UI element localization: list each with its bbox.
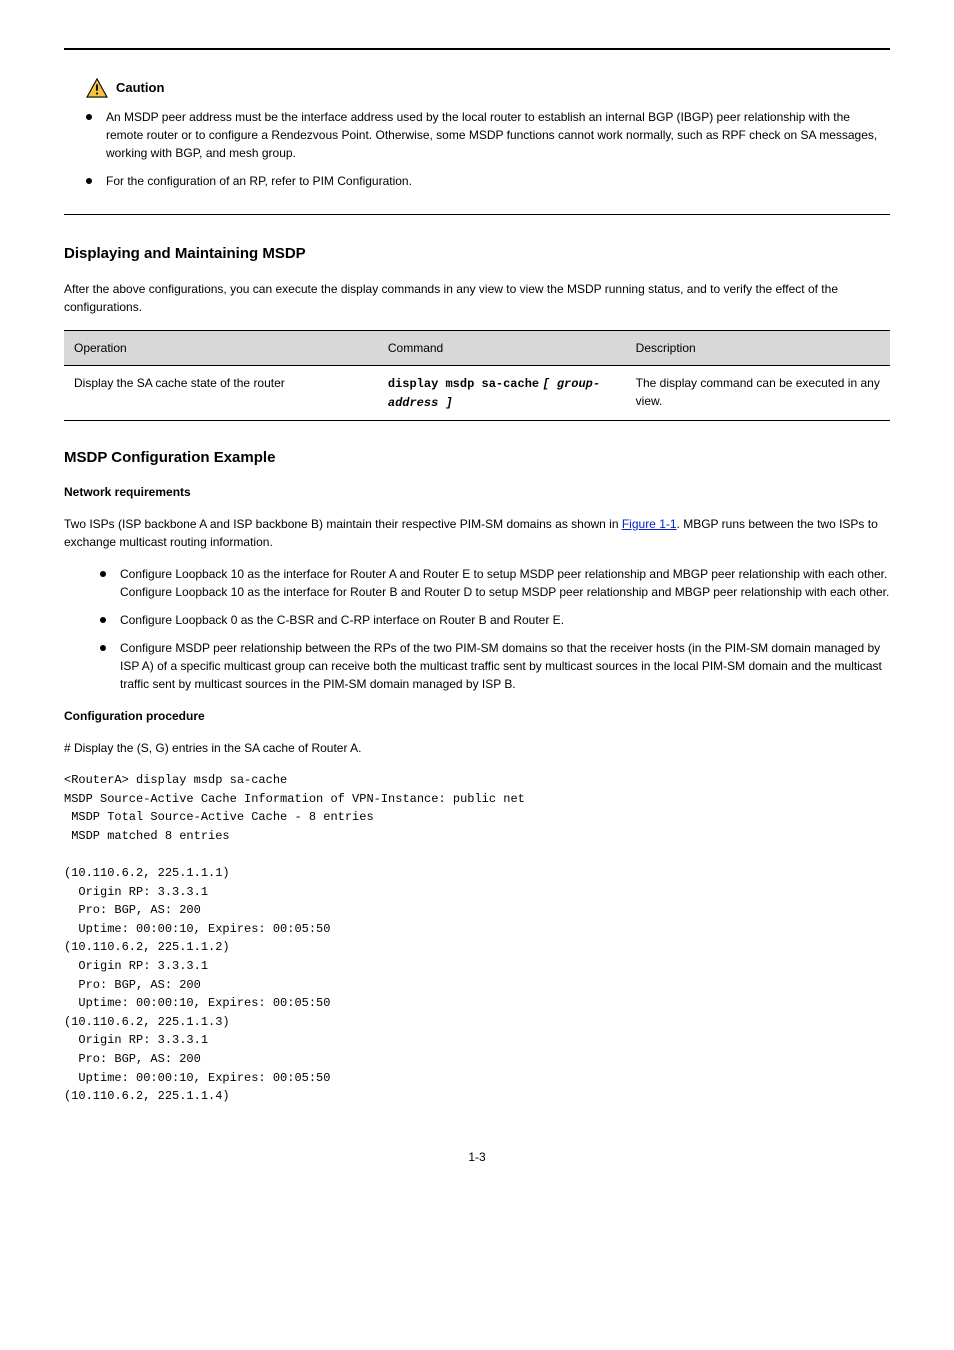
page-top-rule — [64, 48, 890, 50]
cli-command-line: <RouterA> display msdp sa-cache — [64, 773, 287, 787]
table-cell-description: The display command can be executed in a… — [626, 365, 890, 420]
cmd-token: display msdp — [388, 377, 474, 391]
cli-output: <RouterA> display msdp sa-cache MSDP Sou… — [64, 771, 890, 1106]
requirements-intro: Two ISPs (ISP backbone A and ISP backbon… — [64, 515, 890, 551]
cmd-token: sa-cache — [482, 377, 540, 391]
table-cell-command: display msdp sa-cache [ group-address ] — [378, 365, 626, 420]
figure-link[interactable]: Figure 1-1 — [622, 517, 677, 531]
table-header-description: Description — [626, 330, 890, 365]
display-intro-paragraph: After the above configurations, you can … — [64, 280, 890, 316]
subheading-config-procedure: Configuration procedure — [64, 707, 890, 725]
req-intro-text-1: Two ISPs (ISP backbone A and ISP backbon… — [64, 517, 622, 531]
caution-list: An MSDP peer address must be the interfa… — [64, 108, 890, 190]
caution-label: Caution — [116, 78, 164, 98]
caution-block: Caution An MSDP peer address must be the… — [64, 78, 890, 215]
table-cell-operation: Display the SA cache state of the router — [64, 365, 378, 420]
cli-output-body: MSDP Source-Active Cache Information of … — [64, 792, 525, 1104]
list-item: Configure MSDP peer relationship between… — [100, 639, 890, 693]
display-command-table: Operation Command Description Display th… — [64, 330, 890, 421]
table-header-operation: Operation — [64, 330, 378, 365]
caution-heading: Caution — [64, 78, 890, 98]
section-heading-example: MSDP Configuration Example — [64, 447, 890, 470]
config-step-text: # Display the (S, G) entries in the SA c… — [64, 739, 890, 757]
table-header-row: Operation Command Description — [64, 330, 890, 365]
table-header-command: Command — [378, 330, 626, 365]
table-row: Display the SA cache state of the router… — [64, 365, 890, 420]
warning-triangle-icon — [86, 78, 108, 98]
subheading-network-requirements: Network requirements — [64, 483, 890, 501]
list-item: Configure Loopback 0 as the C-BSR and C-… — [100, 611, 890, 629]
caution-item: An MSDP peer address must be the interfa… — [86, 108, 890, 162]
page-number: 1-3 — [64, 1148, 890, 1166]
list-item: Configure Loopback 10 as the interface f… — [100, 565, 890, 601]
caution-item: For the configuration of an RP, refer to… — [86, 172, 890, 190]
requirements-bullet-list: Configure Loopback 10 as the interface f… — [64, 565, 890, 693]
section-heading-display-maintain: Displaying and Maintaining MSDP — [64, 243, 890, 266]
